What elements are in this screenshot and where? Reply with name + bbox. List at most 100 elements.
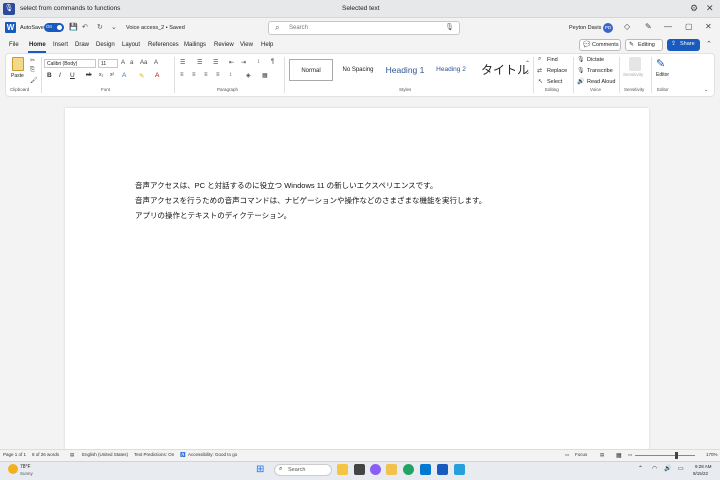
share-button[interactable]: ⇪ Share xyxy=(667,39,700,51)
microphone-icon[interactable]: 🎙 xyxy=(445,23,454,31)
customize-qat-icon[interactable]: ⌄ xyxy=(111,23,117,31)
save-icon[interactable]: 💾 xyxy=(69,23,78,31)
paste-icon[interactable] xyxy=(12,57,24,71)
replace-button[interactable]: Replace xyxy=(547,68,567,74)
wifi-icon[interactable]: ◠ xyxy=(652,465,657,472)
search-box[interactable]: ⌕ Search 🎙 xyxy=(268,21,460,35)
strikethrough-icon[interactable]: ab xyxy=(86,72,92,78)
subscript-icon[interactable]: x₂ xyxy=(99,72,103,78)
font-family-select[interactable]: Calibri (Body) xyxy=(44,59,96,68)
grow-font-icon[interactable]: A xyxy=(121,60,125,66)
tab-layout[interactable]: Layout xyxy=(122,42,140,48)
tab-help[interactable]: Help xyxy=(261,42,273,48)
voice-access-mic-icon[interactable]: 🎙 xyxy=(3,3,15,15)
print-layout-icon[interactable]: ▦ xyxy=(616,452,622,459)
layout-view-icon[interactable]: ▤ xyxy=(600,452,604,458)
diamond-icon[interactable]: ◇ xyxy=(624,22,630,31)
align-center-icon[interactable]: ≡ xyxy=(192,72,196,78)
outlook-icon[interactable] xyxy=(420,464,431,475)
tab-mailings[interactable]: Mailings xyxy=(184,42,206,48)
volume-icon[interactable]: 🔊 xyxy=(664,465,671,472)
redo-icon[interactable]: ↻ xyxy=(97,23,103,31)
transcribe-icon[interactable]: 🎙 xyxy=(577,67,585,74)
proofing-icon[interactable]: ▤ xyxy=(70,452,74,458)
show-marks-icon[interactable]: ¶ xyxy=(271,59,274,65)
tab-draw[interactable]: Draw xyxy=(75,42,89,48)
align-right-icon[interactable]: ≡ xyxy=(204,72,208,78)
tray-chevron-icon[interactable]: ⌃ xyxy=(638,465,643,472)
styles-scroll-up-icon[interactable]: ⌃ xyxy=(525,60,530,67)
style-heading-2[interactable]: Heading 2 xyxy=(431,59,471,81)
tab-references[interactable]: References xyxy=(148,42,179,48)
borders-icon[interactable]: ▦ xyxy=(262,72,268,79)
tab-insert[interactable]: Insert xyxy=(53,42,68,48)
font-size-select[interactable]: 11 xyxy=(98,59,118,68)
edge-icon[interactable] xyxy=(403,464,414,475)
text-predictions-status[interactable]: Text Predictions: On xyxy=(134,452,174,457)
dictate-button[interactable]: Dictate xyxy=(587,57,604,63)
collapse-ribbon-icon[interactable]: ⌄ xyxy=(704,87,708,93)
avatar[interactable]: PD xyxy=(603,23,613,33)
styles-scroll-down-icon[interactable]: ⌄ xyxy=(525,69,530,76)
select-icon[interactable]: ↖ xyxy=(538,78,543,85)
document-line[interactable]: 音声アクセスを行うための音声コマンドは、ナビゲーションや操作などのさまざまな機能… xyxy=(135,195,486,206)
tab-review[interactable]: Review xyxy=(214,42,234,48)
cut-icon[interactable]: ✂ xyxy=(30,57,35,64)
decrease-indent-icon[interactable]: ⇤ xyxy=(229,59,234,66)
document-line[interactable]: 音声アクセスは、PC と対話するのに役立つ Windows 11 の新しいエクス… xyxy=(135,180,437,191)
sort-icon[interactable]: ↕ xyxy=(257,59,260,65)
sensitivity-button[interactable]: Sensitivity xyxy=(623,72,643,77)
zoom-slider[interactable] xyxy=(635,455,695,456)
change-case-icon[interactable]: Aa xyxy=(140,60,147,66)
tab-design[interactable]: Design xyxy=(96,42,115,48)
autosave-toggle[interactable]: On xyxy=(44,23,64,32)
focus-icon[interactable]: ▭ xyxy=(565,452,569,458)
tab-file[interactable]: File xyxy=(9,42,19,48)
word-app-icon[interactable] xyxy=(437,464,448,475)
weather-description[interactable]: Sunny xyxy=(20,471,33,476)
justify-icon[interactable]: ≡ xyxy=(216,72,220,78)
close-icon[interactable]: ✕ xyxy=(706,3,714,14)
language-status[interactable]: English (United States) xyxy=(82,452,128,457)
transcribe-button[interactable]: Transcribe xyxy=(587,68,613,74)
tab-home[interactable]: Home xyxy=(29,42,46,48)
style-title[interactable]: タイトル xyxy=(480,59,530,81)
document-name[interactable]: Voice access_2 • Saved xyxy=(126,25,185,31)
document-page[interactable] xyxy=(65,108,649,453)
battery-icon[interactable]: ▭ xyxy=(678,465,684,472)
minimize-icon[interactable]: — xyxy=(664,22,672,31)
task-view-icon[interactable] xyxy=(337,464,348,475)
find-button[interactable]: Find xyxy=(547,57,558,63)
gear-icon[interactable]: ⚙ xyxy=(690,3,698,14)
superscript-icon[interactable]: x² xyxy=(110,72,114,78)
editor-icon[interactable]: ✎ xyxy=(656,57,665,70)
font-color-icon[interactable]: A xyxy=(155,72,159,79)
sun-icon[interactable] xyxy=(8,464,18,474)
voice-access-app-icon[interactable] xyxy=(454,464,465,475)
restore-icon[interactable]: ▢ xyxy=(685,22,693,31)
underline-icon[interactable]: U xyxy=(70,72,75,79)
window-close-icon[interactable]: ✕ xyxy=(705,22,712,31)
page-count[interactable]: Page 1 of 1 xyxy=(3,452,26,457)
align-left-icon[interactable]: ≡ xyxy=(180,72,184,78)
replace-icon[interactable]: ⇄ xyxy=(537,67,542,74)
paste-label[interactable]: Paste xyxy=(11,73,24,79)
taskbar-search[interactable]: ⌕ Search xyxy=(274,464,332,476)
accessibility-status[interactable]: Accessibility: Good to go xyxy=(188,452,237,457)
read-aloud-button[interactable]: Read Aloud xyxy=(587,79,615,85)
clear-formatting-icon[interactable]: A xyxy=(154,60,158,66)
read-aloud-icon[interactable]: 🔊 xyxy=(577,78,584,85)
weather-temperature[interactable]: 78°F xyxy=(20,464,31,470)
editor-button[interactable]: Editor xyxy=(656,72,669,78)
bullets-icon[interactable]: ☰ xyxy=(180,59,185,66)
zoom-level[interactable]: 170% xyxy=(706,452,718,457)
text-effects-icon[interactable]: A xyxy=(122,72,126,79)
focus-button[interactable]: Focus xyxy=(575,452,587,457)
tab-view[interactable]: View xyxy=(240,42,253,48)
web-layout-icon[interactable]: ▭ xyxy=(628,452,632,458)
italic-icon[interactable]: I xyxy=(59,72,61,79)
zoom-slider-knob[interactable] xyxy=(675,452,678,459)
user-name[interactable]: Peyton Davis xyxy=(569,25,601,31)
shading-icon[interactable]: ◈ xyxy=(246,72,251,79)
start-icon[interactable]: ⊞ xyxy=(256,464,264,475)
